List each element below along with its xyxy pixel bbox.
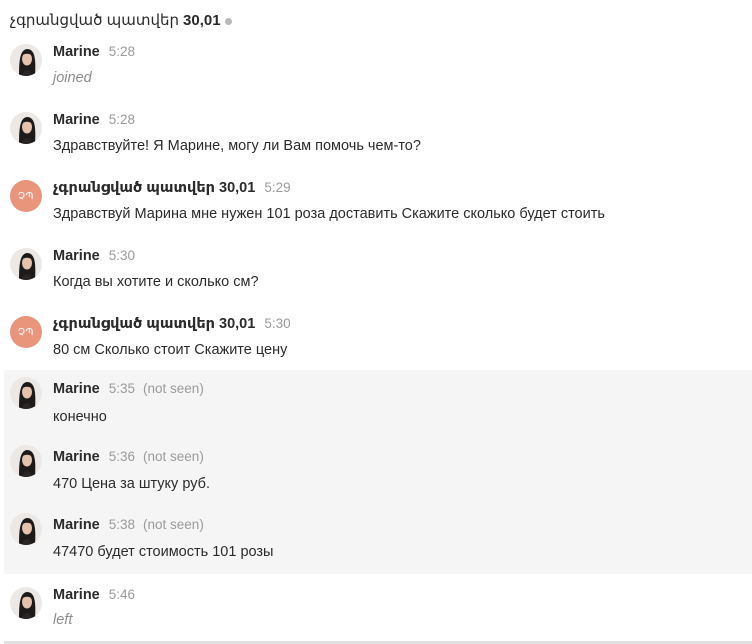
message-item-unseen: Marine 5:35 (not seen) конечно [4, 370, 752, 438]
avatar-photo-icon [10, 513, 42, 545]
avatar-photo-icon [10, 44, 42, 76]
message-meta: Marine 5:35 (not seen) [53, 381, 204, 399]
message-text: конечно [53, 409, 107, 425]
message-meta: Marine 5:28 [53, 44, 135, 62]
message-text: Когда вы хотите и сколько см? [53, 274, 259, 290]
message-text: 80 см Сколько стоит Скажите цену [53, 342, 288, 358]
message-text: Здравствуй Марина мне нужен 101 роза дос… [53, 206, 605, 222]
avatar-photo-icon [10, 377, 42, 409]
header-number: 30,01 [183, 11, 221, 29]
message-meta: Marine 5:28 [53, 112, 135, 130]
avatar[interactable] [10, 44, 42, 76]
author-name[interactable]: Marine [53, 517, 100, 533]
timestamp: 5:46 [108, 587, 136, 602]
message-item: Marine 5:30 Когда вы хотите и сколько см… [0, 242, 752, 310]
author-name[interactable]: Marine [53, 44, 100, 60]
author-name[interactable]: Marine [53, 248, 100, 264]
avatar-initials[interactable]: ՉՊ [10, 316, 42, 348]
message-meta: չգրանցված պատվեր 30,01 5:30 [53, 316, 291, 334]
timestamp: 5:38 [108, 517, 136, 532]
status-dot-icon [224, 17, 232, 25]
avatar[interactable] [10, 587, 42, 619]
system-event-text: joined [53, 70, 92, 86]
timestamp: 5:30 [108, 248, 136, 263]
message-meta: Marine 5:38 (not seen) [53, 517, 204, 535]
avatar-photo-icon [10, 445, 42, 477]
message-item: Marine 5:46 left [0, 581, 752, 641]
timestamp: 5:36 [108, 449, 136, 464]
message-text: 47470 будет стоимость 101 розы [53, 544, 274, 560]
timestamp: 5:28 [108, 112, 136, 127]
timestamp: 5:28 [108, 44, 136, 59]
avatar[interactable] [10, 112, 42, 144]
message-text: Здравствуйте! Я Марине, могу ли Вам помо… [53, 138, 421, 154]
author-name[interactable]: չգրանցված պատվեր 30,01 [53, 316, 255, 332]
message-meta: Marine 5:36 (not seen) [53, 449, 204, 467]
message-item: ՉՊ չգրանցված պատվեր 30,01 5:29 Здравству… [0, 174, 752, 242]
avatar-photo-icon [10, 587, 42, 619]
message-meta: Marine 5:30 [53, 248, 135, 266]
system-event-text: left [53, 612, 73, 628]
avatar[interactable] [10, 248, 42, 280]
message-item-unseen: Marine 5:36 (not seen) 470 Цена за штуку… [4, 438, 752, 506]
avatar-initials[interactable]: ՉՊ [10, 180, 42, 212]
message-item: Marine 5:28 joined [0, 38, 752, 106]
author-name[interactable]: չգրանցված պատվեր 30,01 [53, 180, 255, 196]
message-meta: չգրանցված պատվեր 30,01 5:29 [53, 180, 291, 198]
author-name[interactable]: Marine [53, 587, 100, 603]
avatar[interactable] [10, 513, 42, 545]
conversation-header: չգրանցված պատվեր 30,01 [10, 9, 232, 31]
timestamp: 5:35 [108, 381, 136, 396]
message-item-unseen: Marine 5:38 (not seen) 47470 будет стоим… [4, 506, 752, 574]
chat-transcript: չգրանցված պատվեր 30,01 Marine 5:28 joine… [0, 0, 752, 644]
avatar-photo-icon [10, 112, 42, 144]
seen-status: (not seen) [143, 517, 204, 532]
message-item: ՉՊ չգրանցված պատվեր 30,01 5:30 80 см Ско… [0, 310, 752, 378]
message-text: 470 Цена за штуку руб. [53, 476, 210, 492]
timestamp: 5:30 [264, 316, 291, 331]
seen-status: (not seen) [143, 449, 204, 464]
author-name[interactable]: Marine [53, 381, 100, 397]
avatar-photo-icon [10, 248, 42, 280]
message-meta: Marine 5:46 [53, 587, 135, 605]
avatar[interactable] [10, 445, 42, 477]
timestamp: 5:29 [264, 180, 291, 195]
message-item: Marine 5:28 Здравствуйте! Я Марине, могу… [0, 106, 752, 174]
author-name[interactable]: Marine [53, 112, 100, 128]
avatar[interactable] [10, 377, 42, 409]
author-name[interactable]: Marine [53, 449, 100, 465]
header-name: չգրանցված պատվեր [10, 12, 180, 29]
seen-status: (not seen) [143, 381, 204, 396]
